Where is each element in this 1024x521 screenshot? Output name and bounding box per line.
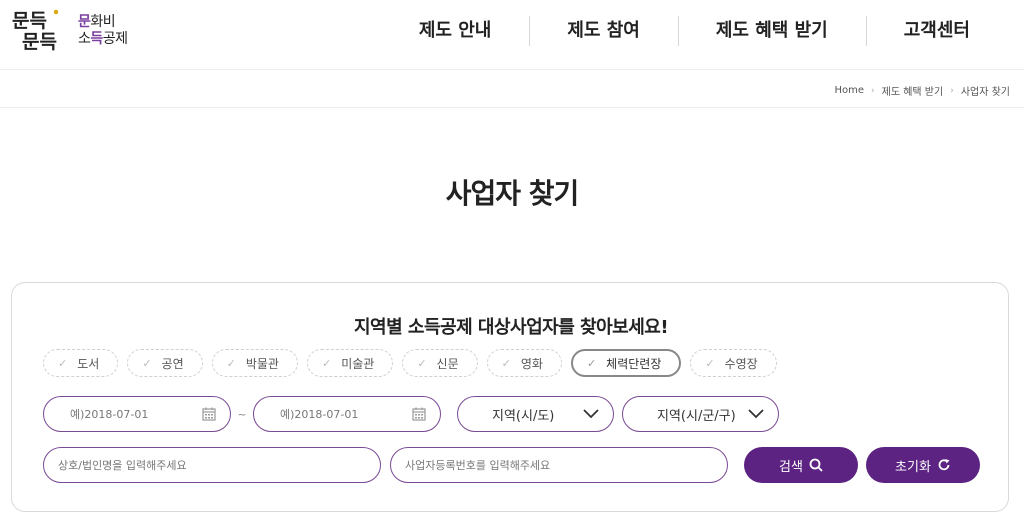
- logo-text-pre2: 소: [78, 31, 91, 47]
- nav-item-participation[interactable]: 제도 참여: [529, 16, 678, 46]
- reset-button-label: 초기화: [895, 458, 931, 474]
- date-from-placeholder: 예)2018-07-01: [70, 408, 149, 421]
- date-region-row: 예)2018-07-01 ~ 예)2018-07-01 지역(시/도) 지역(시…: [43, 396, 779, 432]
- main-nav: 제도 안내 제도 참여 제도 혜택 받기 고객센터: [381, 0, 1008, 62]
- region-sido-select[interactable]: 지역(시/도): [457, 396, 614, 432]
- category-chip-label: 신문: [436, 356, 459, 371]
- logo-text-hl2: 득: [90, 31, 103, 47]
- region-sido-value: 지역(시/도): [492, 408, 555, 424]
- breadcrumb-bar: Home › 제도 혜택 받기 › 사업자 찾기: [0, 70, 1024, 108]
- category-chip-newspaper[interactable]: ✓ 신문: [402, 349, 478, 377]
- check-icon: ✓: [501, 356, 511, 370]
- logo-text: 문화비 소득공제: [78, 14, 128, 48]
- category-chip-art-gallery[interactable]: ✓ 미술관: [306, 349, 394, 377]
- logo-mark-line1: 문득: [12, 10, 47, 32]
- breadcrumb-current[interactable]: 사업자 찾기: [961, 83, 1010, 98]
- refresh-icon: [938, 459, 950, 471]
- category-chip-label: 영화: [520, 356, 543, 371]
- search-heading: 지역별 소득공제 대상사업자를 찾아보세요!: [353, 317, 669, 338]
- chevron-right-icon: ›: [871, 85, 875, 96]
- breadcrumb-benefits[interactable]: 제도 혜택 받기: [882, 83, 944, 98]
- category-chip-label: 수영장: [724, 356, 758, 371]
- search-button[interactable]: 검색: [744, 447, 858, 483]
- category-chip-movie[interactable]: ✓ 영화: [486, 349, 562, 377]
- category-chip-label: 공연: [161, 356, 184, 371]
- category-chip-swimming-pool[interactable]: ✓ 수영장: [690, 349, 777, 377]
- chevron-down-icon: [748, 409, 764, 419]
- search-panel: 지역별 소득공제 대상사업자를 찾아보세요! ✓ 도서 ✓ 공연 ✓ 박물관 ✓ 미술관…: [11, 282, 1009, 512]
- category-chip-label: 체력단련장: [606, 356, 662, 371]
- category-chip-performance[interactable]: ✓ 공연: [127, 349, 203, 377]
- chevron-right-icon: ›: [950, 85, 954, 96]
- category-chip-museum[interactable]: ✓ 박물관: [211, 349, 298, 377]
- search-button-label: 검색: [779, 458, 803, 474]
- logo-text-rest1: 화비: [90, 14, 116, 30]
- region-sigungu-select[interactable]: 지역(시/군/구): [622, 396, 779, 432]
- category-chip-books[interactable]: ✓ 도서: [43, 349, 119, 377]
- date-to-field[interactable]: 예)2018-07-01: [253, 396, 441, 432]
- calendar-icon[interactable]: [202, 407, 216, 421]
- category-filter: ✓ 도서 ✓ 공연 ✓ 박물관 ✓ 미술관 ✓ 신문 ✓ 영화 ✓ 체력단련장 ✓ 수영장: [43, 349, 786, 377]
- page-title: 사업자 찾기: [445, 177, 580, 210]
- breadcrumb: Home › 제도 혜택 받기 › 사업자 찾기: [835, 83, 1011, 98]
- logo-mark: 문득 문득: [12, 9, 59, 53]
- check-icon: ✓: [417, 356, 427, 370]
- check-icon: ✓: [142, 356, 152, 370]
- calendar-icon[interactable]: [412, 407, 426, 421]
- date-range-separator: ~: [237, 407, 247, 421]
- category-chip-fitness[interactable]: ✓ 체력단련장: [570, 349, 682, 377]
- logo-mark-line2: 문득: [22, 31, 57, 53]
- search-icon: [809, 458, 823, 472]
- check-icon: ✓: [321, 356, 332, 370]
- date-from-field[interactable]: 예)2018-07-01: [43, 396, 231, 432]
- region-sigungu-value: 지역(시/군/구): [657, 408, 736, 424]
- business-name-input[interactable]: [43, 447, 381, 483]
- check-icon: ✓: [705, 356, 715, 370]
- breadcrumb-home[interactable]: Home: [835, 85, 865, 96]
- category-chip-label: 도서: [77, 356, 100, 371]
- nav-item-system-guide[interactable]: 제도 안내: [381, 16, 530, 46]
- keyword-row: 검색 초기화: [43, 447, 980, 483]
- check-icon: ✓: [586, 356, 597, 370]
- date-to-placeholder: 예)2018-07-01: [280, 408, 359, 421]
- check-icon: ✓: [58, 356, 68, 370]
- nav-item-benefits[interactable]: 제도 혜택 받기: [677, 16, 866, 46]
- logo-text-hl1: 문: [78, 14, 91, 30]
- reset-button[interactable]: 초기화: [866, 447, 980, 483]
- business-number-input[interactable]: [390, 447, 728, 483]
- logo[interactable]: 문득 문득 문화비 소득공제: [12, 6, 132, 56]
- nav-item-customer-center[interactable]: 고객센터: [865, 16, 1008, 46]
- site-header: 문득 문득 문화비 소득공제 제도 안내 제도 참여 제도 혜택 받기 고객센터: [0, 0, 1024, 70]
- category-chip-label: 미술관: [341, 356, 375, 371]
- category-chip-label: 박물관: [245, 356, 279, 371]
- logo-text-rest2: 공제: [102, 31, 128, 47]
- chevron-down-icon: [583, 409, 599, 419]
- check-icon: ✓: [226, 356, 236, 370]
